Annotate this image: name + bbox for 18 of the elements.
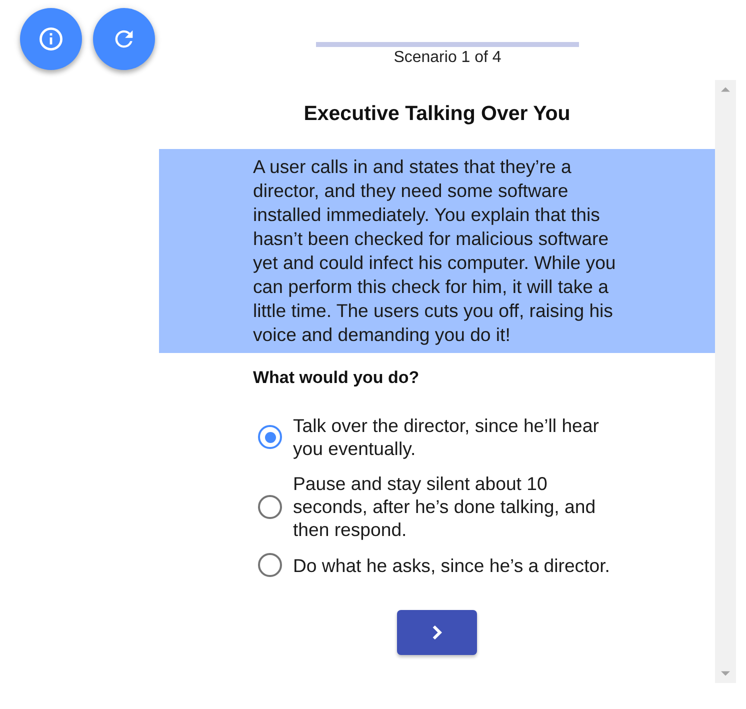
- next-button[interactable]: [397, 610, 477, 655]
- refresh-button[interactable]: [93, 8, 155, 70]
- radio-button[interactable]: [258, 553, 282, 577]
- caret-down-icon: [721, 671, 730, 676]
- radio-button[interactable]: [258, 494, 282, 518]
- progress-label: Scenario 1 of 4: [394, 48, 502, 68]
- chevron-right-icon: [432, 625, 442, 640]
- option-label[interactable]: Talk over the director, since he’ll hear you eventually.: [293, 414, 615, 460]
- question-text: What would you do?: [253, 367, 420, 389]
- scrollbar[interactable]: [715, 80, 736, 683]
- info-icon: [38, 26, 64, 52]
- scenario-description: A user calls in and states that they’re a director, and they need some software installed immediately. You explain that this hasn’t been checked for malicious software yet and could infect his computer. While you can perform this check for him, it will take a little time. The users cuts you off, raising his voice and demanding you do it!: [253, 155, 617, 347]
- info-button[interactable]: [20, 8, 82, 70]
- option-label[interactable]: Pause and stay silent about 10 seconds, after he’s done talking, and then respond.: [293, 472, 615, 541]
- option-label[interactable]: Do what he asks, since he’s a director.: [293, 554, 615, 576]
- caret-up-icon: [721, 87, 730, 92]
- radio-button[interactable]: [258, 425, 282, 449]
- scenario-title: Executive Talking Over You: [304, 101, 570, 127]
